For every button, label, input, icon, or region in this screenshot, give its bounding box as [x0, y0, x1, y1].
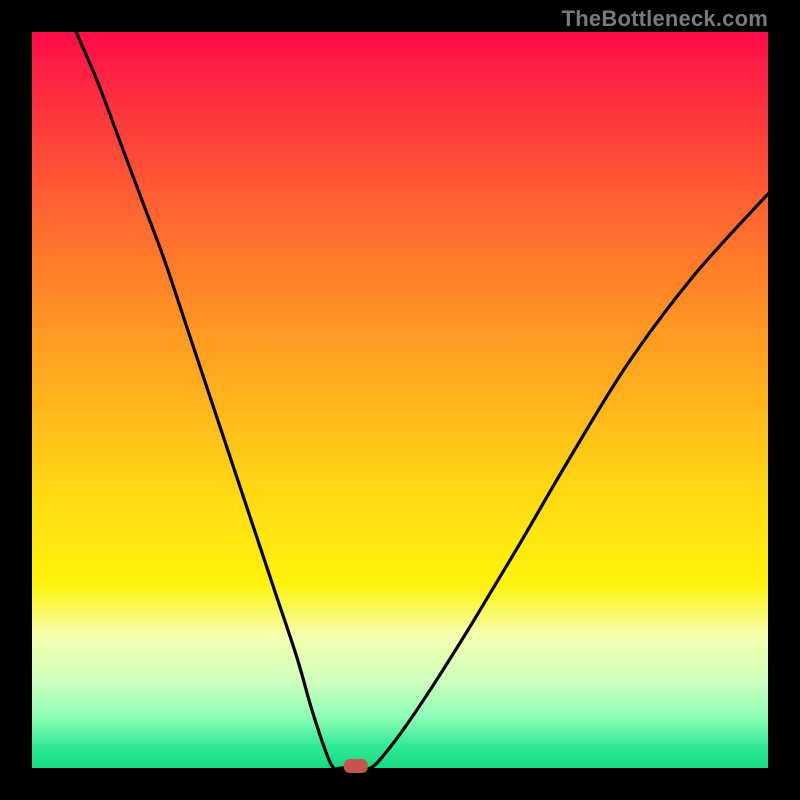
- plot-area: [32, 32, 768, 768]
- minimum-marker: [344, 759, 368, 773]
- curve-path: [76, 32, 768, 769]
- bottleneck-curve: [32, 32, 768, 768]
- watermark-text: TheBottleneck.com: [562, 6, 768, 32]
